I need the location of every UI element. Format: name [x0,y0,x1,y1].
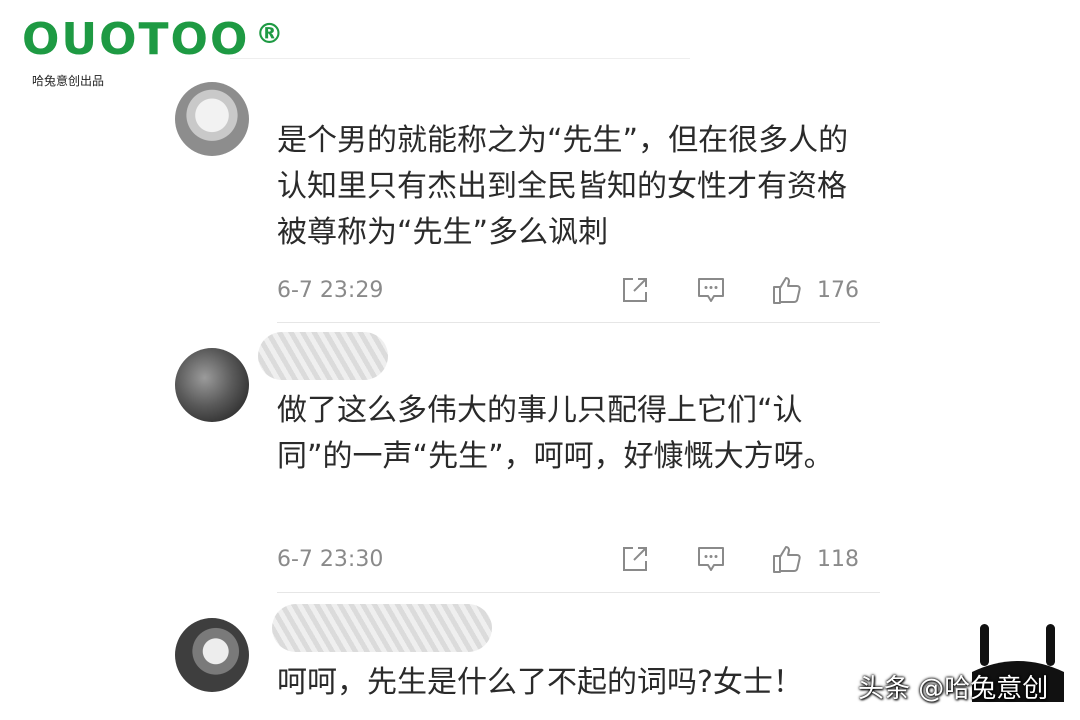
avatar[interactable] [175,82,249,156]
watermark-text: 头条 @哈兔意创 [858,674,1049,704]
comment-meta: 6-7 23:29 176 [277,274,859,308]
share-icon[interactable] [619,274,651,306]
like-count: 118 [817,547,859,572]
comment-text: 是个男的就能称之为“先生”，但在很多人的认知里只有杰出到全民皆知的女性才有资格被… [277,123,849,250]
username-redacted [258,332,388,380]
comment-text: 做了这么多伟大的事儿只配得上它们“认同”的一声“先生”，呵呵，好慷慨大方呀。 [277,393,834,474]
thumbs-up-icon[interactable] [771,543,803,575]
comment-time: 6-7 23:29 [277,278,384,303]
comment-divider [277,592,880,593]
comment-icon[interactable] [695,543,727,575]
comment-meta: 6-7 23:30 118 [277,543,859,577]
registered-mark: ® [255,17,286,50]
brand-subtitle: 哈兔意创出品 [32,74,105,88]
username-redacted [272,604,492,652]
avatar[interactable] [175,618,249,692]
comment-icon[interactable] [695,274,727,306]
comment-time: 6-7 23:30 [277,547,384,572]
like-count: 176 [817,278,859,303]
share-icon[interactable] [619,543,651,575]
avatar[interactable] [175,348,249,422]
comment-text: 呵呵，先生是什么了不起的词吗?女士！ [277,665,803,700]
top-divider [230,58,690,59]
comment-divider [277,322,880,323]
thumbs-up-icon[interactable] [771,274,803,306]
